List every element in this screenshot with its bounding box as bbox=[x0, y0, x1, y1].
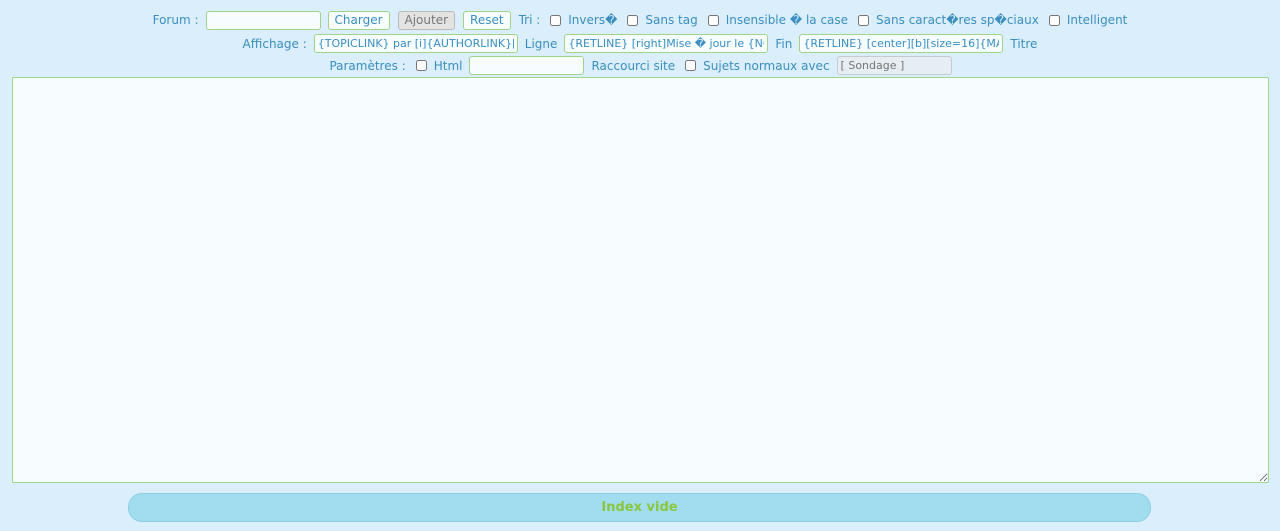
sans-tag-checkbox[interactable] bbox=[627, 14, 639, 26]
sondage-input[interactable] bbox=[836, 56, 952, 75]
insensible-case-label: Insensible � la case bbox=[725, 13, 849, 27]
affichage-label: Affichage : bbox=[242, 36, 307, 51]
forum-toolbar: Forum : Charger Ajouter Reset Tri : Inve… bbox=[0, 9, 1280, 31]
parametres-label: Paramètres : bbox=[329, 58, 406, 73]
ajouter-button[interactable]: Ajouter bbox=[397, 10, 456, 30]
sans-caracteres-speciaux-checkbox[interactable] bbox=[858, 14, 870, 26]
raccourci-site-label: Raccourci site bbox=[591, 58, 676, 73]
sans-tag-label: Sans tag bbox=[645, 13, 698, 27]
sujets-normaux-label: Sujets normaux avec bbox=[703, 58, 830, 73]
forum-label: Forum : bbox=[152, 13, 199, 27]
raccourci-site-checkbox[interactable] bbox=[685, 60, 697, 71]
invers-label: Invers� bbox=[568, 13, 618, 27]
charger-button[interactable]: Charger bbox=[327, 10, 390, 30]
titre-label: Titre bbox=[1010, 36, 1038, 51]
invers-checkbox[interactable] bbox=[550, 14, 562, 26]
sans-caracteres-speciaux-label: Sans caract�res sp�ciaux bbox=[876, 13, 1039, 27]
intelligent-label: Intelligent bbox=[1066, 13, 1128, 27]
html-checkbox[interactable] bbox=[415, 60, 427, 71]
index-status-text: Index vide bbox=[601, 500, 678, 515]
ligne-input[interactable] bbox=[564, 34, 769, 53]
affichage-toolbar: Affichage : Ligne Fin Titre bbox=[0, 33, 1280, 54]
index-status-bar: Index vide bbox=[128, 493, 1151, 522]
tri-label: Tri : bbox=[518, 13, 541, 27]
reset-button[interactable]: Reset bbox=[463, 10, 511, 30]
parametres-toolbar: Paramètres : Html Raccourci site Sujets … bbox=[0, 55, 1280, 76]
insensible-case-checkbox[interactable] bbox=[707, 14, 719, 26]
output-textarea[interactable] bbox=[12, 77, 1269, 483]
intelligent-checkbox[interactable] bbox=[1048, 14, 1060, 26]
html-label: Html bbox=[433, 58, 463, 73]
html-input[interactable] bbox=[469, 56, 585, 75]
affichage-input[interactable] bbox=[313, 34, 518, 53]
fin-label: Fin bbox=[775, 36, 793, 51]
ligne-label: Ligne bbox=[524, 36, 558, 51]
fin-input[interactable] bbox=[799, 34, 1004, 53]
forum-input[interactable] bbox=[205, 10, 321, 30]
